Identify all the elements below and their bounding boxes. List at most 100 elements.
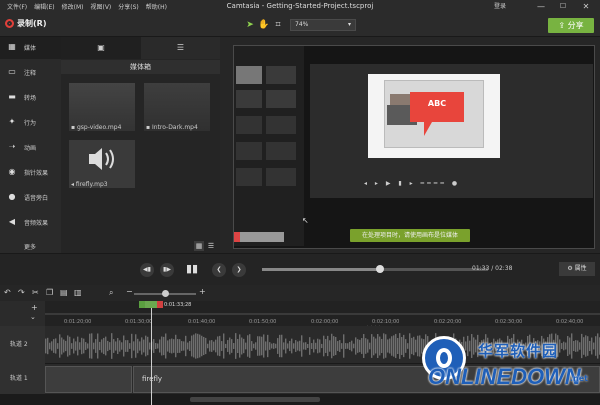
split-icon[interactable]: ▥: [74, 288, 82, 297]
tool-voice-narration[interactable]: ● 语音旁白: [0, 187, 61, 209]
paste-icon[interactable]: ▤: [60, 288, 68, 297]
more-button[interactable]: 更多: [24, 242, 36, 251]
track-header-corner: + ⌄: [0, 301, 45, 326]
tool-media[interactable]: ▦ 媒体: [0, 37, 61, 59]
waveform-bar: [183, 341, 185, 351]
close-button[interactable]: ✕: [578, 0, 594, 13]
tool-behaviors[interactable]: ✦ 行为: [0, 112, 61, 134]
track-2-label[interactable]: 轨道 2: [0, 326, 45, 364]
tab-media-bin[interactable]: ▣: [61, 37, 141, 59]
tool-cursor-effects[interactable]: ◉ 指针效果: [0, 162, 61, 184]
redo-icon[interactable]: ↷: [18, 288, 25, 297]
waveform-bar: [297, 341, 299, 351]
transition-icon: ▬: [8, 92, 16, 101]
cut-icon[interactable]: ✂: [32, 288, 39, 297]
timeline-zoom-knob[interactable]: [162, 290, 169, 297]
waveform-bar: [333, 336, 335, 356]
undo-icon[interactable]: ↶: [4, 288, 11, 297]
waveform-bar: [255, 342, 257, 350]
preview-thumb: [236, 168, 262, 186]
preview-thumb: [266, 116, 296, 134]
waveform-bar: [83, 338, 85, 354]
waveform-bar: [269, 342, 271, 350]
waveform-bar: [173, 339, 175, 353]
tool-audio-effects[interactable]: ◀ 音频效果: [0, 212, 61, 234]
tool-label: 转场: [24, 95, 37, 102]
waveform-bar: [397, 338, 399, 354]
waveform-bar: [347, 343, 349, 349]
waveform-bar: [51, 341, 53, 351]
waveform-bar: [393, 335, 395, 357]
tools-panel: ▦ 媒体 ▭ 注释 ▬ 转场 ✦ 行为 ➝ 动画 ◉ 指针效果 ● 语音旁白 ◀ 音频效果 更多…: [0, 37, 72, 253]
tool-label: 媒体: [24, 45, 37, 52]
waveform-bar: [113, 339, 115, 353]
waveform-bar: [245, 342, 247, 350]
waveform-bar: [237, 338, 239, 354]
waveform-bar: [355, 337, 357, 355]
zoom-in-icon[interactable]: +: [199, 287, 206, 296]
waveform-bar: [261, 336, 263, 356]
collapse-icon[interactable]: ⌄: [30, 313, 36, 321]
in-marker[interactable]: [139, 301, 145, 308]
track-1-clip[interactable]: [45, 366, 132, 393]
waveform-bar: [169, 339, 171, 353]
tool-label: 语音旁白: [24, 195, 49, 202]
film-icon: ▣: [97, 43, 105, 52]
time-current: 01:33: [472, 265, 490, 272]
minimize-button[interactable]: —: [533, 0, 549, 13]
waveform-bar: [127, 340, 129, 352]
waveform-bar: [55, 338, 57, 354]
pause-button[interactable]: ▮▮: [186, 262, 198, 275]
tool-animations[interactable]: ➝ 动画: [0, 137, 61, 159]
tab-library[interactable]: ☰: [141, 37, 220, 59]
login-button[interactable]: 登录: [494, 0, 506, 13]
playback-knob[interactable]: [375, 265, 384, 273]
callout-text: ABC: [427, 99, 447, 108]
waveform-bar: [177, 339, 179, 353]
film-icon: ▦: [8, 42, 16, 51]
list-view-icon[interactable]: ☰: [206, 241, 216, 251]
waveform-bar: [49, 342, 51, 350]
previous-button[interactable]: ❮: [212, 263, 226, 277]
zoom-select[interactable]: 74% ▾: [290, 19, 356, 31]
zoom-out-icon[interactable]: −: [126, 287, 133, 296]
track-1-label[interactable]: 轨道 1: [0, 364, 45, 394]
share-button[interactable]: ⇪ 分享: [548, 18, 594, 33]
waveform-bar: [279, 334, 281, 358]
properties-button[interactable]: ⚙ 属性: [559, 262, 595, 276]
tool-transitions[interactable]: ▬ 转场: [0, 87, 61, 109]
waveform-bar: [357, 339, 359, 353]
record-button[interactable]: 录制(R): [5, 18, 46, 29]
waveform-bar: [233, 343, 235, 349]
select-tool-icon[interactable]: ➤: [244, 19, 256, 31]
search-icon[interactable]: ⌕: [109, 288, 113, 298]
media-name: firefly.mp3: [75, 181, 108, 188]
waveform-bar: [351, 340, 353, 352]
waveform-bar: [335, 336, 337, 356]
copy-icon[interactable]: ❐: [46, 288, 53, 297]
canvas-stage[interactable]: ABC ◂ ▸ ▶ ▮ ▸ ━━━━ ● ↖: [233, 45, 595, 249]
add-track-icon[interactable]: +: [31, 303, 38, 312]
waveform-bar: [349, 341, 351, 351]
playhead-handle[interactable]: [139, 301, 163, 308]
maximize-button[interactable]: ☐: [555, 0, 571, 13]
tool-annotations[interactable]: ▭ 注释: [0, 62, 61, 84]
next-button[interactable]: ❯: [232, 263, 246, 277]
crop-tool-icon[interactable]: ⌗: [272, 19, 284, 31]
waveform-bar: [205, 337, 207, 355]
waveform-bar: [271, 343, 273, 349]
ruler-tick: 0:01:20;00: [64, 319, 92, 325]
scrollbar-thumb[interactable]: [190, 397, 320, 402]
waveform-bar: [353, 343, 355, 349]
waveform-bar: [327, 335, 329, 357]
waveform-bar: [69, 336, 71, 356]
waveform-bar: [161, 336, 163, 356]
step-forward-button[interactable]: ▮▶: [160, 263, 174, 277]
waveform-bar: [111, 333, 113, 359]
playhead-line[interactable]: [151, 301, 152, 405]
grid-view-icon[interactable]: ▦: [194, 241, 204, 251]
pan-tool-icon[interactable]: ✋: [258, 19, 270, 31]
step-back-button[interactable]: ◀▮: [140, 263, 154, 277]
out-marker[interactable]: [157, 301, 163, 308]
waveform-bar: [81, 337, 83, 355]
